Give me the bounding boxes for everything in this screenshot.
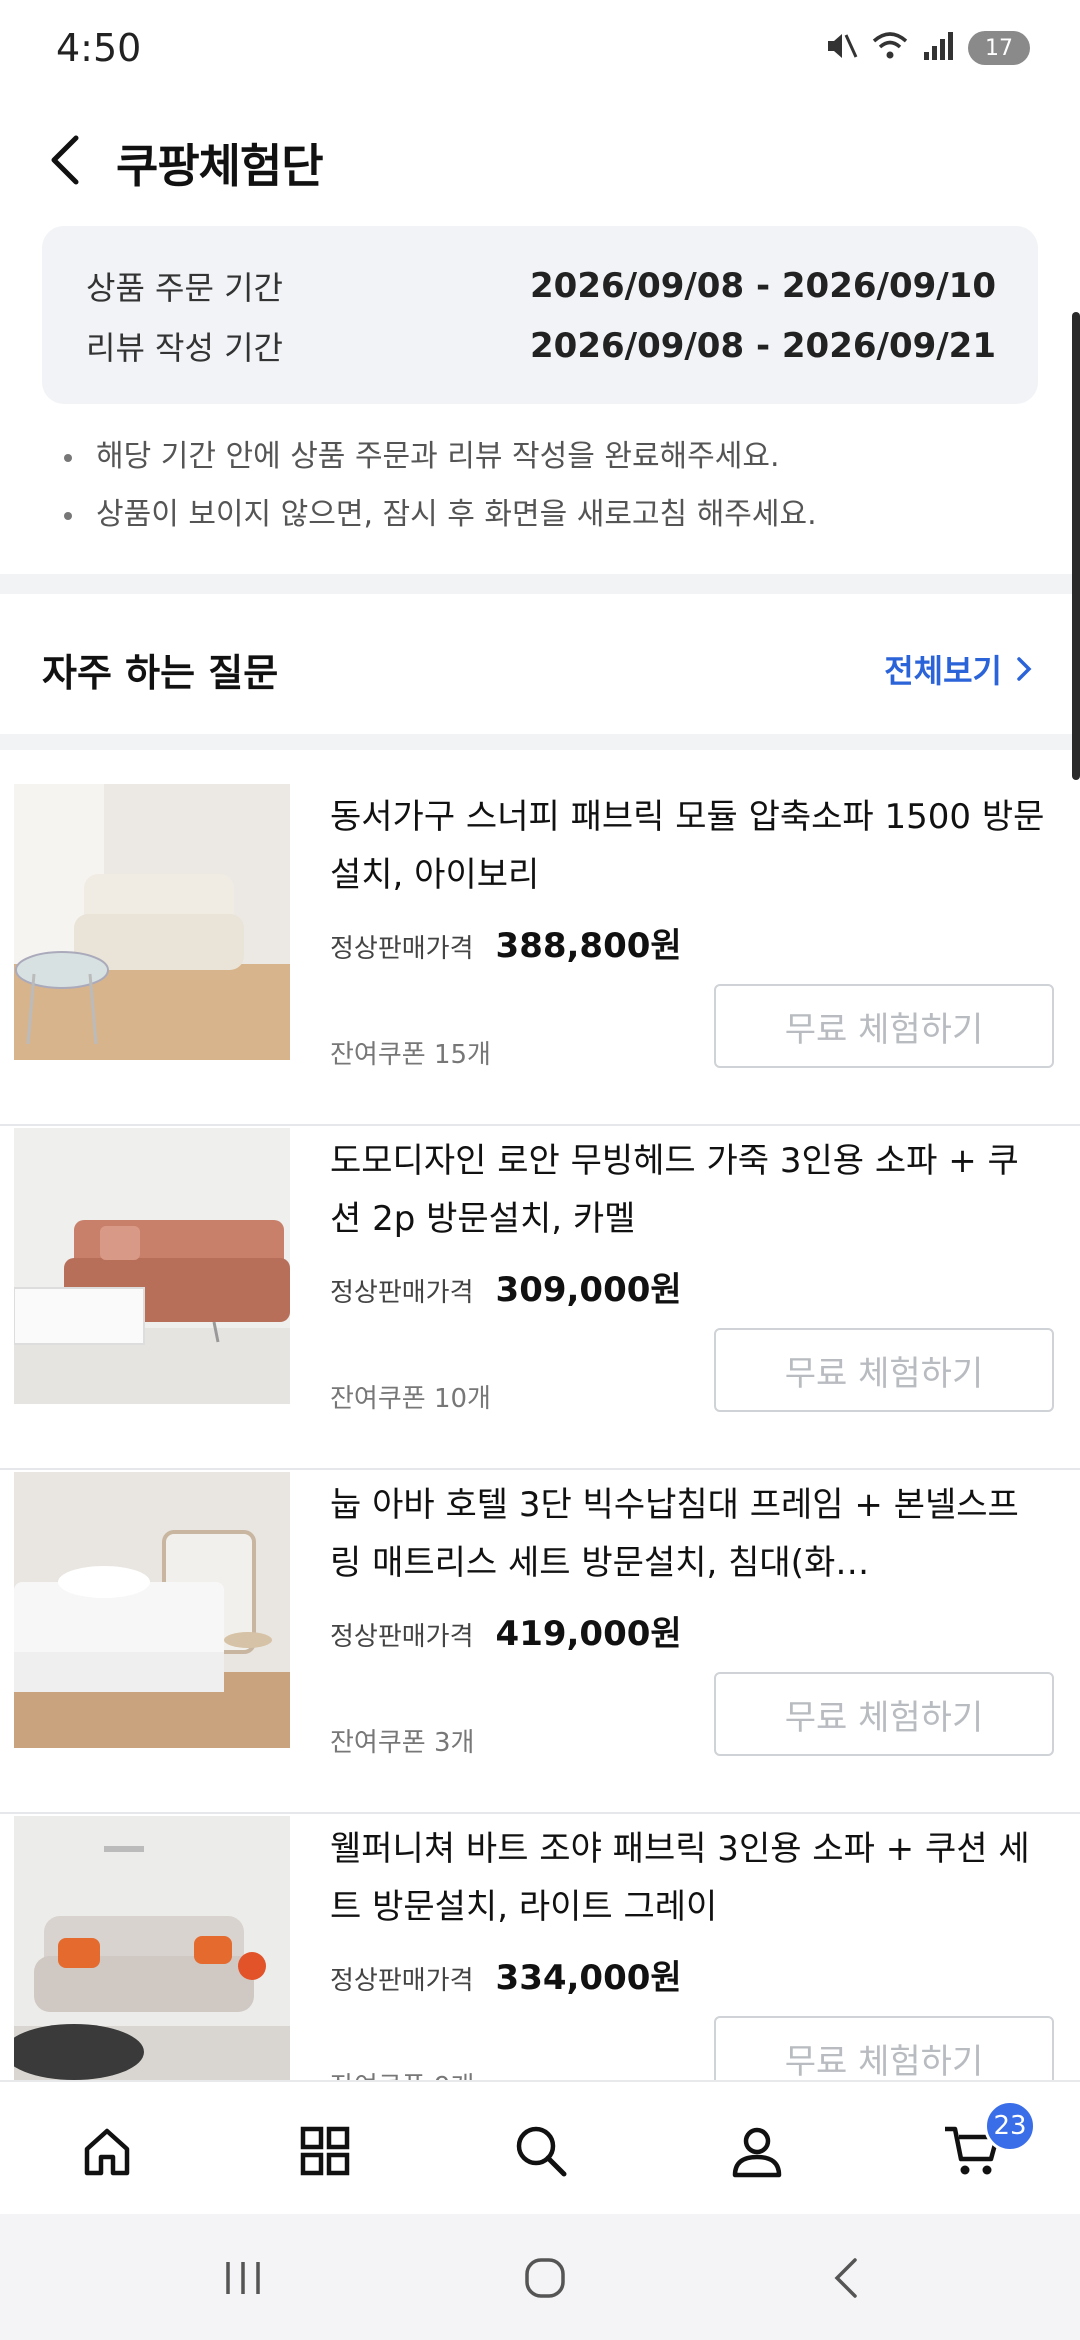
free-trial-button[interactable]: 무료 체험하기	[714, 1328, 1054, 1412]
free-trial-button[interactable]: 무료 체험하기	[714, 1672, 1054, 1756]
cart-count-badge: 23	[984, 2100, 1036, 2152]
free-trial-button[interactable]: 무료 체험하기	[714, 984, 1054, 1068]
product-image[interactable]	[14, 1472, 290, 1748]
product-name[interactable]: 눕 아바 호텔 3단 빅수납침대 프레임 + 본넬스프링 매트리스 세트 방문설…	[330, 1476, 1050, 1592]
scrollbar[interactable]	[1072, 312, 1080, 780]
system-back-button[interactable]	[812, 2248, 882, 2308]
wifi-icon	[872, 29, 908, 67]
home-icon	[84, 2128, 130, 2176]
search-icon	[516, 2126, 567, 2177]
price-row: 정상판매가격 388,800원	[330, 918, 682, 967]
nav-search[interactable]	[506, 2116, 576, 2186]
page-title: 쿠팡체험단	[116, 139, 324, 193]
signal-icon	[922, 30, 954, 66]
price-label: 정상판매가격	[330, 1966, 474, 1996]
order-period-label: 상품 주문 기간	[86, 269, 283, 307]
product-name[interactable]: 웰퍼니쳐 바트 조야 패브릭 3인용 소파 + 쿠션 세트 방문설치, 라이트 …	[330, 1820, 1050, 1936]
status-icons: 17	[824, 28, 1030, 68]
price-value: 388,800원	[495, 926, 682, 966]
recent-apps-button[interactable]	[208, 2248, 278, 2308]
status-bar: 4:50 17	[0, 0, 1080, 96]
price-row: 정상판매가격 419,000원	[330, 1606, 682, 1655]
nav-my[interactable]	[722, 2116, 792, 2186]
status-time: 4:50	[56, 26, 142, 70]
faq-view-all-link[interactable]: 전체보기	[884, 646, 1032, 692]
home-button[interactable]	[510, 2248, 580, 2308]
order-period-row: 상품 주문 기간 2026/09/08 - 2026/09/10	[86, 256, 996, 316]
nav-category[interactable]	[290, 2116, 360, 2186]
price-value: 419,000원	[495, 1614, 682, 1654]
remaining-coupons: 잔여쿠폰 15개	[330, 1040, 491, 1070]
category-grid-icon	[300, 2126, 350, 2176]
price-row: 정상판매가격 309,000원	[330, 1262, 682, 1311]
product-item[interactable]: 눕 아바 호텔 3단 빅수납침대 프레임 + 본넬스프링 매트리스 세트 방문설…	[0, 1472, 1080, 1814]
period-info-box: 상품 주문 기간 2026/09/08 - 2026/09/10 리뷰 작성 기…	[42, 226, 1038, 404]
review-period-label: 리뷰 작성 기간	[86, 329, 283, 367]
section-divider	[0, 734, 1080, 750]
notice-item: 해당 기간 안에 상품 주문과 리뷰 작성을 완료해주세요.	[60, 432, 1040, 490]
product-image[interactable]	[14, 1816, 290, 2092]
recent-apps-icon	[226, 2262, 260, 2294]
price-row: 정상판매가격 334,000원	[330, 1950, 682, 1999]
remaining-coupons: 잔여쿠폰 10개	[330, 1384, 491, 1414]
system-navigation-bar	[0, 2214, 1080, 2340]
price-value: 334,000원	[495, 1958, 682, 1998]
review-period-value: 2026/09/08 - 2026/09/21	[530, 326, 996, 366]
faq-section[interactable]: 자주 하는 질문 전체보기	[0, 612, 1080, 724]
price-value: 309,000원	[495, 1270, 682, 1310]
user-icon	[732, 2127, 782, 2178]
order-period-value: 2026/09/08 - 2026/09/10	[530, 266, 996, 306]
product-name[interactable]: 동서가구 스너피 패브릭 모듈 압축소파 1500 방문설치, 아이보리	[330, 788, 1050, 904]
back-arrow-icon	[51, 135, 79, 185]
app-header: 쿠팡체험단	[0, 110, 1080, 210]
back-button[interactable]	[36, 128, 96, 192]
faq-view-all-label: 전체보기	[884, 652, 1002, 690]
nav-home[interactable]	[72, 2116, 142, 2186]
product-item[interactable]: 도모디자인 로안 무빙헤드 가죽 3인용 소파 + 쿠션 2p 방문설치, 카멜…	[0, 1128, 1080, 1470]
faq-title: 자주 하는 질문	[42, 651, 279, 695]
remaining-coupons: 잔여쿠폰 3개	[330, 1728, 475, 1758]
product-item[interactable]: 동서가구 스너피 패브릭 모듈 압축소파 1500 방문설치, 아이보리 정상판…	[0, 784, 1080, 1126]
product-name[interactable]: 도모디자인 로안 무빙헤드 가죽 3인용 소파 + 쿠션 2p 방문설치, 카멜	[330, 1132, 1050, 1248]
bottom-navigation: 23	[0, 2080, 1080, 2214]
price-label: 정상판매가격	[330, 1278, 474, 1308]
home-circle-icon	[525, 2258, 565, 2298]
review-period-row: 리뷰 작성 기간 2026/09/08 - 2026/09/21	[86, 316, 996, 376]
mute-icon	[824, 29, 858, 67]
product-image[interactable]	[14, 1128, 290, 1404]
product-image[interactable]	[14, 784, 290, 1060]
price-label: 정상판매가격	[330, 934, 474, 964]
battery-indicator: 17	[968, 31, 1030, 65]
chevron-right-icon	[1017, 657, 1032, 681]
back-chevron-icon	[834, 2258, 857, 2298]
notice-item: 상품이 보이지 않으면, 잠시 후 화면을 새로고침 해주세요.	[60, 490, 1040, 548]
section-divider	[0, 574, 1080, 594]
price-label: 정상판매가격	[330, 1622, 474, 1652]
notice-list: 해당 기간 안에 상품 주문과 리뷰 작성을 완료해주세요. 상품이 보이지 않…	[60, 432, 1040, 548]
